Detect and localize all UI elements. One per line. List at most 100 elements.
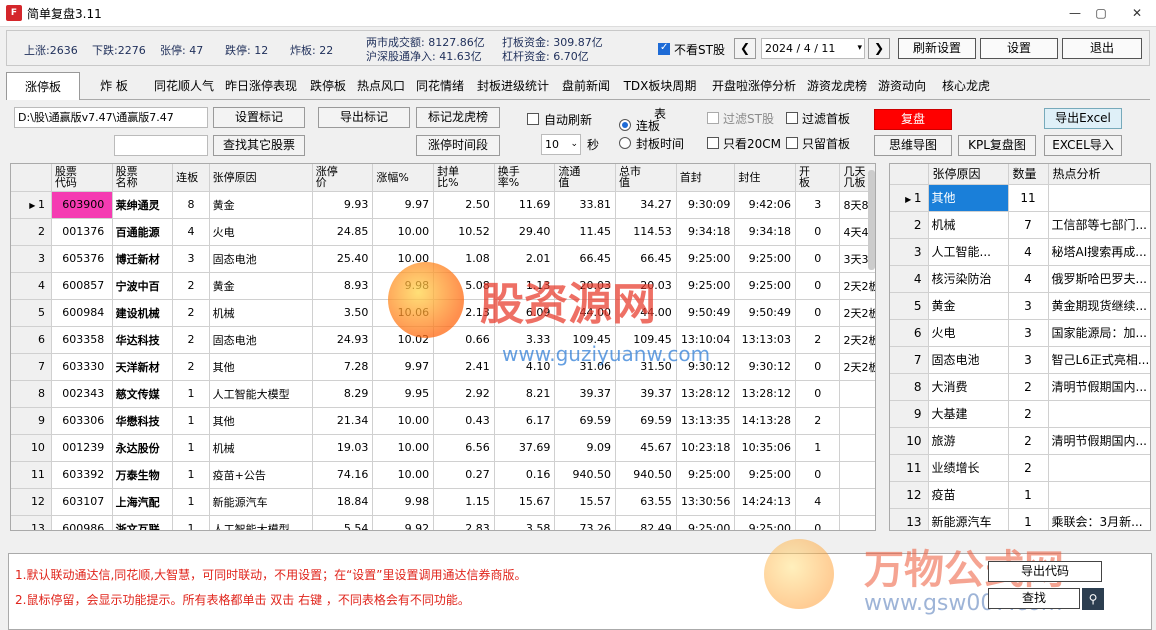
table-cell[interactable]: 13:30:56	[676, 488, 736, 516]
table-cell[interactable]: 天洋新材	[112, 353, 174, 381]
table-cell[interactable]: 9:25:00	[734, 245, 796, 273]
table-cell[interactable]: 14:13:28	[734, 407, 796, 435]
table-cell[interactable]: 3	[172, 245, 210, 273]
tab-item[interactable]: 同花顺人气	[150, 72, 218, 100]
side-table-cell[interactable]: 工信部等七部门...	[1048, 211, 1150, 239]
side-table-cell[interactable]: 1	[1008, 508, 1049, 530]
table-cell[interactable]: 34.27	[615, 191, 677, 219]
table-cell[interactable]: 0	[795, 380, 841, 408]
column-header[interactable]: 封单 比%	[433, 164, 495, 192]
table-cell[interactable]: 20.03	[615, 272, 677, 300]
table-cell[interactable]: 5.54	[312, 515, 374, 530]
table-cell[interactable]: 2天2板	[839, 353, 875, 381]
table-cell[interactable]: 9.92	[372, 515, 435, 530]
table-cell[interactable]: 9.93	[312, 191, 374, 219]
side-table-cell[interactable]: 大消费	[928, 373, 1009, 401]
column-header[interactable]: 涨停 价	[312, 164, 374, 192]
table-cell[interactable]: 2	[795, 407, 841, 435]
interval-select[interactable]: 10 ⌄	[541, 134, 581, 155]
tab-item[interactable]: 热点风口	[354, 72, 408, 100]
table-cell[interactable]: 8.29	[312, 380, 374, 408]
table-cell[interactable]: 69.59	[554, 407, 617, 435]
table-cell[interactable]: 黄金	[209, 272, 313, 300]
table-cell[interactable]: 39.37	[615, 380, 677, 408]
table-cell[interactable]: 7.28	[312, 353, 374, 381]
next-date-button[interactable]: ❯	[868, 38, 890, 59]
column-header[interactable]: 换手 率%	[494, 164, 556, 192]
table-cell[interactable]: 63.55	[615, 488, 677, 516]
table-cell[interactable]: 莱绅通灵	[112, 191, 174, 219]
side-table-cell[interactable]: 13	[890, 508, 929, 530]
review-button[interactable]: 复盘	[874, 109, 952, 130]
side-table-cell[interactable]: 4	[1008, 238, 1049, 266]
side-table-cell[interactable]: 核污染防治	[928, 265, 1009, 293]
table-cell[interactable]: 13	[11, 515, 52, 530]
table-cell[interactable]: 24.93	[312, 326, 374, 354]
table-cell[interactable]: 4	[11, 272, 52, 300]
no-st-checkbox[interactable]	[658, 42, 670, 55]
table-cell[interactable]: 10.00	[372, 245, 435, 273]
table-cell[interactable]: 12	[11, 488, 52, 516]
tab-item[interactable]: 同花情绪	[414, 72, 466, 100]
side-table-cell[interactable]: 2	[1008, 400, 1049, 428]
radio-lianban[interactable]	[619, 119, 631, 131]
table-cell[interactable]	[839, 515, 875, 530]
table-cell[interactable]: 9.98	[372, 272, 435, 300]
table-cell[interactable]: 603392	[51, 461, 113, 489]
side-table-row[interactable]: ▶ 1 其他 11	[890, 184, 1150, 212]
table-cell[interactable]: 603306	[51, 407, 113, 435]
search-icon[interactable]: ⚲	[1082, 588, 1104, 610]
table-cell[interactable]: 永达股份	[112, 434, 174, 462]
table-cell[interactable]: 11.69	[494, 191, 556, 219]
table-cell[interactable]: 9:25:00	[676, 461, 736, 489]
table-cell[interactable]: 宁波中百	[112, 272, 174, 300]
side-table-cell[interactable]: ▶ 1	[890, 184, 929, 212]
mark-dragon-button[interactable]: 标记龙虎榜	[416, 107, 500, 128]
side-table-row[interactable]: 13 新能源汽车 1 乘联会：3月新...	[890, 508, 1150, 530]
table-cell[interactable]	[839, 380, 875, 408]
column-header[interactable]: 总市 值	[615, 164, 677, 192]
table-cell[interactable]: 14:24:13	[734, 488, 796, 516]
column-header[interactable]: 张停原因	[928, 164, 1009, 185]
table-cell[interactable]: 29.40	[494, 218, 556, 246]
table-cell[interactable]: 10.00	[372, 461, 435, 489]
table-cell[interactable]: 4	[172, 218, 210, 246]
table-cell[interactable]: 9:25:00	[734, 272, 796, 300]
table-cell[interactable]: 人工智能大模型	[209, 515, 313, 530]
table-cell[interactable]: 8.21	[494, 380, 556, 408]
table-cell[interactable]: 2天2板	[839, 326, 875, 354]
table-cell[interactable]: 10	[11, 434, 52, 462]
table-cell[interactable]: 0.27	[433, 461, 495, 489]
table-cell[interactable]: 2	[11, 218, 52, 246]
table-cell[interactable]: 2.01	[494, 245, 556, 273]
path-field[interactable]: D:\股\通赢版v7.47\通赢版7.47	[14, 107, 208, 128]
table-cell[interactable]: 8.93	[312, 272, 374, 300]
table-cell[interactable]: 慈文传媒	[112, 380, 174, 408]
excel-import-button[interactable]: EXCEL导入	[1044, 135, 1122, 156]
table-cell[interactable]: 9:30:12	[734, 353, 796, 381]
table-cell[interactable]: 66.45	[554, 245, 617, 273]
side-table-cell[interactable]	[1048, 400, 1150, 428]
table-cell[interactable]: 9:30:09	[676, 191, 736, 219]
table-cell[interactable]: 940.50	[554, 461, 617, 489]
side-table-row[interactable]: 11 业绩增长 2	[890, 454, 1150, 482]
table-cell[interactable]: 2天2板	[839, 299, 875, 327]
side-table-cell[interactable]: 旅游	[928, 427, 1009, 455]
column-header[interactable]: 流通 值	[554, 164, 617, 192]
table-cell[interactable]: 109.45	[615, 326, 677, 354]
table-cell[interactable]: 24.85	[312, 218, 374, 246]
table-cell[interactable]: 疫苗+公告	[209, 461, 313, 489]
table-cell[interactable]: 9:50:49	[734, 299, 796, 327]
table-cell[interactable]: 1	[172, 380, 210, 408]
table-cell[interactable]: 19.03	[312, 434, 374, 462]
table-cell[interactable]: 9:25:00	[734, 461, 796, 489]
table-cell[interactable]: 0	[795, 353, 841, 381]
table-cell[interactable]: 2.13	[433, 299, 495, 327]
side-table-cell[interactable]: 2	[1008, 373, 1049, 401]
table-cell[interactable]: 2	[172, 326, 210, 354]
table-cell[interactable]: 2.83	[433, 515, 495, 530]
table-cell[interactable]: 百通能源	[112, 218, 174, 246]
table-cell[interactable]: 0	[795, 218, 841, 246]
table-cell[interactable]: 2.41	[433, 353, 495, 381]
tab-item[interactable]: 跌停板	[306, 72, 350, 100]
